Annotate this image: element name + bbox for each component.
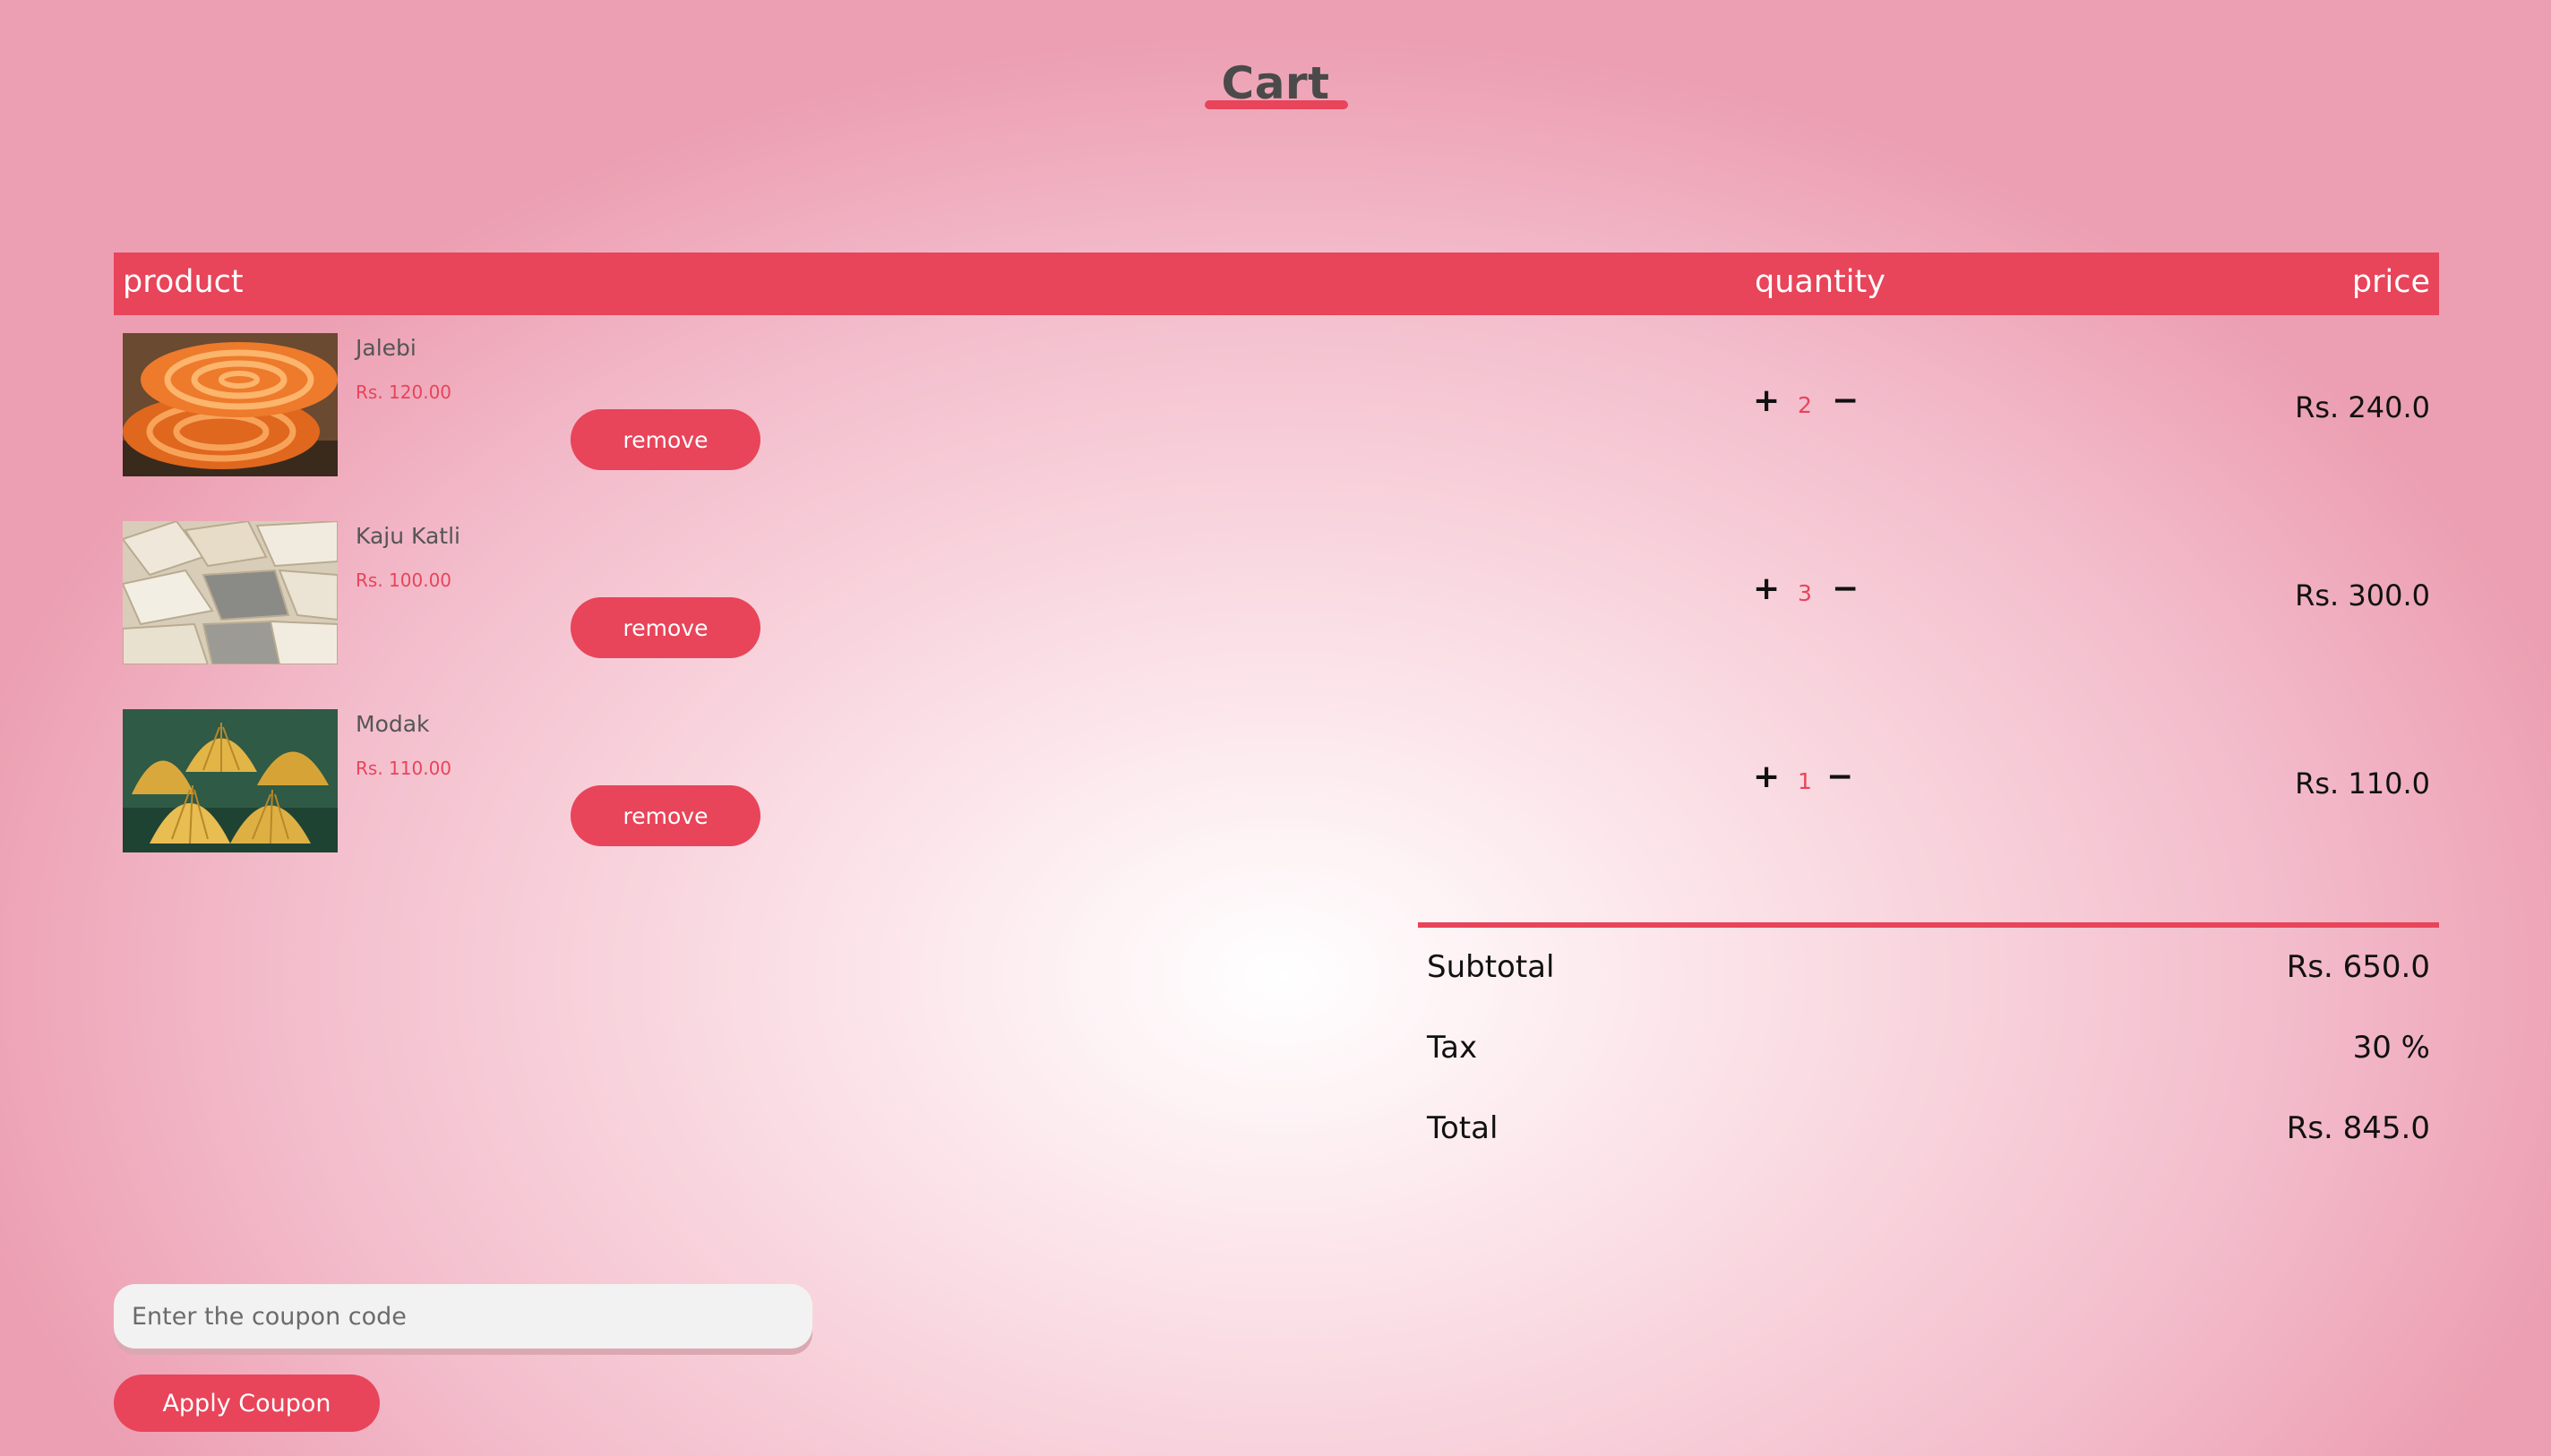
line-total: Rs. 240.0 [2295, 390, 2430, 424]
product-name: Kaju Katli [356, 523, 460, 549]
product-image-kaju-katli [123, 521, 338, 664]
minus-icon[interactable]: − [1832, 385, 1859, 417]
cart-row: Modak Rs. 110.00 remove + 1 − Rs. 110.0 [114, 709, 2439, 861]
quantity-value: 3 [1798, 580, 1812, 606]
remove-button[interactable]: remove [571, 597, 760, 658]
header-product: product [123, 264, 244, 300]
quantity-value: 1 [1798, 768, 1812, 794]
total-value: Rs. 845.0 [2286, 1110, 2430, 1146]
subtotal-row: Subtotal Rs. 650.0 [1418, 949, 2439, 994]
product-name: Jalebi [356, 335, 417, 361]
remove-button[interactable]: remove [571, 785, 760, 846]
minus-icon[interactable]: − [1832, 573, 1859, 605]
coupon-input[interactable] [114, 1284, 812, 1349]
minus-icon[interactable]: − [1826, 761, 1853, 793]
tax-label: Tax [1427, 1030, 1478, 1066]
cart-row: Kaju Katli Rs. 100.00 remove + 3 − Rs. 3… [114, 521, 2439, 673]
cart-row: Jalebi Rs. 120.00 remove + 2 − Rs. 240.0 [114, 333, 2439, 485]
line-total: Rs. 300.0 [2295, 578, 2430, 612]
product-unit-price: Rs. 110.00 [356, 758, 452, 779]
product-unit-price: Rs. 120.00 [356, 381, 452, 403]
plus-icon[interactable]: + [1753, 573, 1780, 605]
product-image-modak [123, 709, 338, 852]
apply-coupon-button[interactable]: Apply Coupon [114, 1375, 380, 1432]
quantity-value: 2 [1798, 392, 1812, 418]
subtotal-label: Subtotal [1427, 949, 1555, 985]
header-price: price [2351, 264, 2430, 300]
remove-button[interactable]: remove [571, 409, 760, 470]
total-label: Total [1427, 1110, 1499, 1146]
header-quantity: quantity [1755, 264, 1885, 300]
tax-value: 30 % [2352, 1030, 2430, 1066]
summary-divider [1418, 922, 2439, 928]
subtotal-value: Rs. 650.0 [2286, 949, 2430, 985]
product-image-jalebi [123, 333, 338, 476]
plus-icon[interactable]: + [1753, 385, 1780, 417]
total-row: Total Rs. 845.0 [1418, 1110, 2439, 1155]
title-underline [1205, 100, 1348, 109]
cart-table-header: product quantity price [114, 253, 2439, 315]
product-name: Modak [356, 711, 430, 737]
line-total: Rs. 110.0 [2295, 767, 2430, 801]
plus-icon[interactable]: + [1753, 761, 1780, 793]
product-unit-price: Rs. 100.00 [356, 570, 452, 591]
tax-row: Tax 30 % [1418, 1030, 2439, 1075]
